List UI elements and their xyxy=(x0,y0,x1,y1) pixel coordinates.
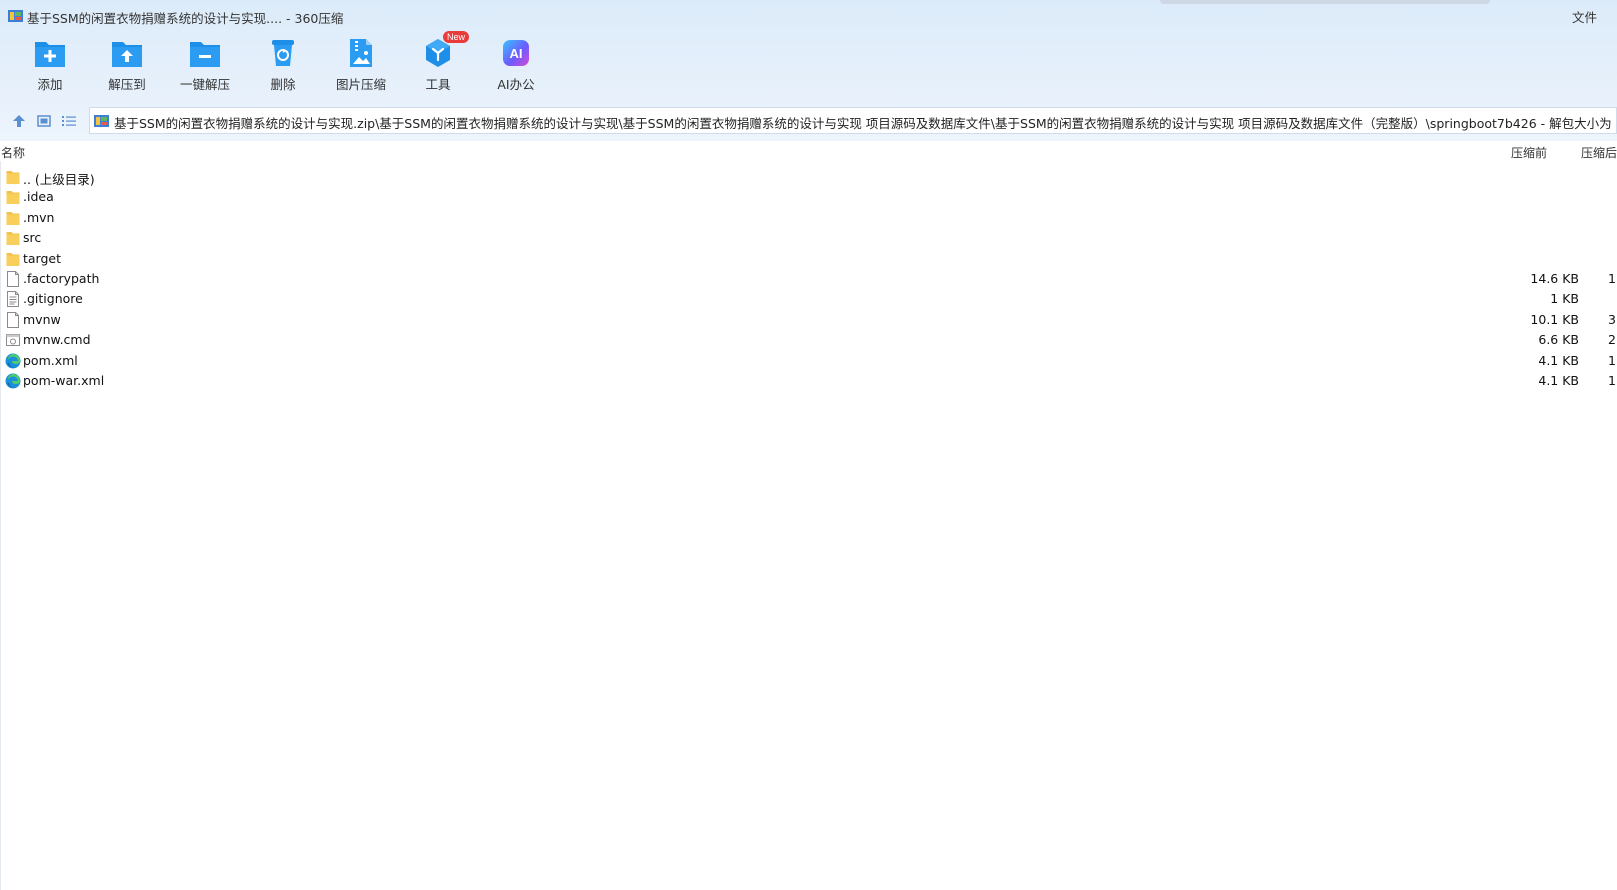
menu-file[interactable]: 文件 xyxy=(1572,7,1597,26)
new-badge: New xyxy=(443,31,470,43)
ai-office-label: AI办公 xyxy=(497,77,535,92)
file-name: .mvn xyxy=(23,209,55,225)
file-row[interactable]: .gitignore 1 KB xyxy=(0,289,1617,310)
file-size-after: 1 xyxy=(1608,271,1616,286)
tools-button[interactable]: New 工具 xyxy=(399,31,477,96)
file-row[interactable]: pom-war.xml 4.1 KB 1 xyxy=(0,371,1617,392)
column-size-before[interactable]: 压缩前 xyxy=(1511,144,1547,161)
ai-icon-text: AI xyxy=(510,46,523,61)
text-file-icon xyxy=(7,291,19,308)
file-name: .. (上级目录) xyxy=(23,172,95,187)
file-size-before: 6.6 KB xyxy=(1538,332,1579,348)
archive-window: 基于SSM的闲置衣物捐赠系统的设计与实现.... - 360压缩 文件 添加 解… xyxy=(0,0,1617,890)
file-name: src xyxy=(23,230,42,246)
column-size-after[interactable]: 压缩后 xyxy=(1581,144,1617,161)
file-icon xyxy=(7,271,19,287)
file-size-after: 1 xyxy=(1608,352,1616,368)
extract-to-label: 解压到 xyxy=(108,77,146,92)
up-arrow-icon[interactable] xyxy=(11,113,27,129)
file-row[interactable]: .mvn xyxy=(0,208,1617,229)
toolbar: 添加 解压到 一键解压 删除 图片压缩 New 工具 AI AI办公 xyxy=(0,31,1617,96)
file-name: .gitignore xyxy=(23,291,83,307)
file-name: mvnw.cmd xyxy=(23,332,91,348)
file-size-before: 14.6 KB xyxy=(1530,271,1579,286)
address-bar[interactable]: 基于SSM的闲置衣物捐赠系统的设计与实现.zip\基于SSM的闲置衣物捐赠系统的… xyxy=(89,107,1617,134)
address-row: 基于SSM的闲置衣物捐赠系统的设计与实现.zip\基于SSM的闲置衣物捐赠系统的… xyxy=(0,107,1617,135)
file-name: target xyxy=(23,250,62,266)
file-size-before: 1 KB xyxy=(1550,291,1579,307)
file-row[interactable]: pom.xml 4.1 KB 1 xyxy=(0,351,1617,372)
file-name: pom-war.xml xyxy=(23,373,105,388)
edge-browser-icon xyxy=(5,353,21,369)
file-name: pom.xml xyxy=(23,352,78,368)
add-label: 添加 xyxy=(37,77,63,92)
file-name: .idea xyxy=(23,189,54,205)
file-size-after: 2 xyxy=(1608,332,1616,348)
address-path: 基于SSM的闲置衣物捐赠系统的设计与实现.zip\基于SSM的闲置衣物捐赠系统的… xyxy=(114,116,1617,131)
delete-button[interactable]: 删除 xyxy=(244,34,322,96)
file-size-before: 4.1 KB xyxy=(1538,373,1579,388)
file-row[interactable]: mvnw.cmd 6.6 KB 2 xyxy=(0,330,1617,351)
file-size-after: 3 xyxy=(1608,311,1616,327)
extract-to-icon xyxy=(112,42,142,67)
folder-icon xyxy=(6,252,20,266)
cmd-file-icon xyxy=(6,334,20,347)
add-button[interactable]: 添加 xyxy=(11,34,89,96)
ai-office-button[interactable]: AI AI办公 xyxy=(477,34,555,96)
file-name: mvnw xyxy=(23,311,61,327)
image-compress-icon xyxy=(350,39,372,67)
archive-app-icon xyxy=(8,10,23,22)
list-view-icon[interactable] xyxy=(61,113,77,129)
image-compress-button[interactable]: 图片压缩 xyxy=(322,34,400,96)
image-compress-label: 图片压缩 xyxy=(335,77,386,92)
file-name: .factorypath xyxy=(23,271,100,286)
folder-icon xyxy=(6,171,20,184)
file-size-after: 1 xyxy=(1608,373,1616,388)
one-click-extract-button[interactable]: 一键解压 xyxy=(166,34,244,96)
title-bar: 基于SSM的闲置衣物捐赠系统的设计与实现.... - 360压缩 文件 xyxy=(0,0,1617,32)
one-click-extract-label: 一键解压 xyxy=(179,77,230,92)
folder-icon xyxy=(6,211,20,225)
folder-icon xyxy=(6,232,20,246)
delete-label: 删除 xyxy=(270,77,296,92)
folder-icon xyxy=(6,191,20,205)
window-chrome: 基于SSM的闲置衣物捐赠系统的设计与实现.... - 360压缩 文件 添加 解… xyxy=(0,0,1617,141)
window-title: 基于SSM的闲置衣物捐赠系统的设计与实现.... - 360压缩 xyxy=(27,11,344,26)
add-icon xyxy=(35,42,65,67)
file-row[interactable]: .factorypath 14.6 KB 1 xyxy=(0,269,1617,290)
delete-icon xyxy=(272,40,294,66)
file-row[interactable]: .. (上级目录) xyxy=(0,167,1617,188)
file-size-before: 4.1 KB xyxy=(1538,352,1579,368)
edge-browser-icon xyxy=(5,373,21,389)
file-row[interactable]: src xyxy=(0,228,1617,249)
file-size-before: 10.1 KB xyxy=(1530,311,1579,327)
extract-to-button[interactable]: 解压到 xyxy=(88,34,166,96)
one-click-extract-icon xyxy=(190,42,220,67)
file-row[interactable]: mvnw 10.1 KB 3 xyxy=(0,310,1617,331)
file-icon xyxy=(7,311,19,328)
tools-label: 工具 xyxy=(425,77,451,92)
file-row[interactable]: .idea xyxy=(0,187,1617,208)
thumbnail-view-icon[interactable] xyxy=(36,113,52,129)
ai-office-icon: AI xyxy=(503,40,529,66)
column-name[interactable]: 名称 xyxy=(1,144,25,161)
archive-path-icon xyxy=(94,115,109,127)
file-row[interactable]: target xyxy=(0,249,1617,270)
column-header: 名称 压缩前 压缩后 xyxy=(0,141,1617,161)
